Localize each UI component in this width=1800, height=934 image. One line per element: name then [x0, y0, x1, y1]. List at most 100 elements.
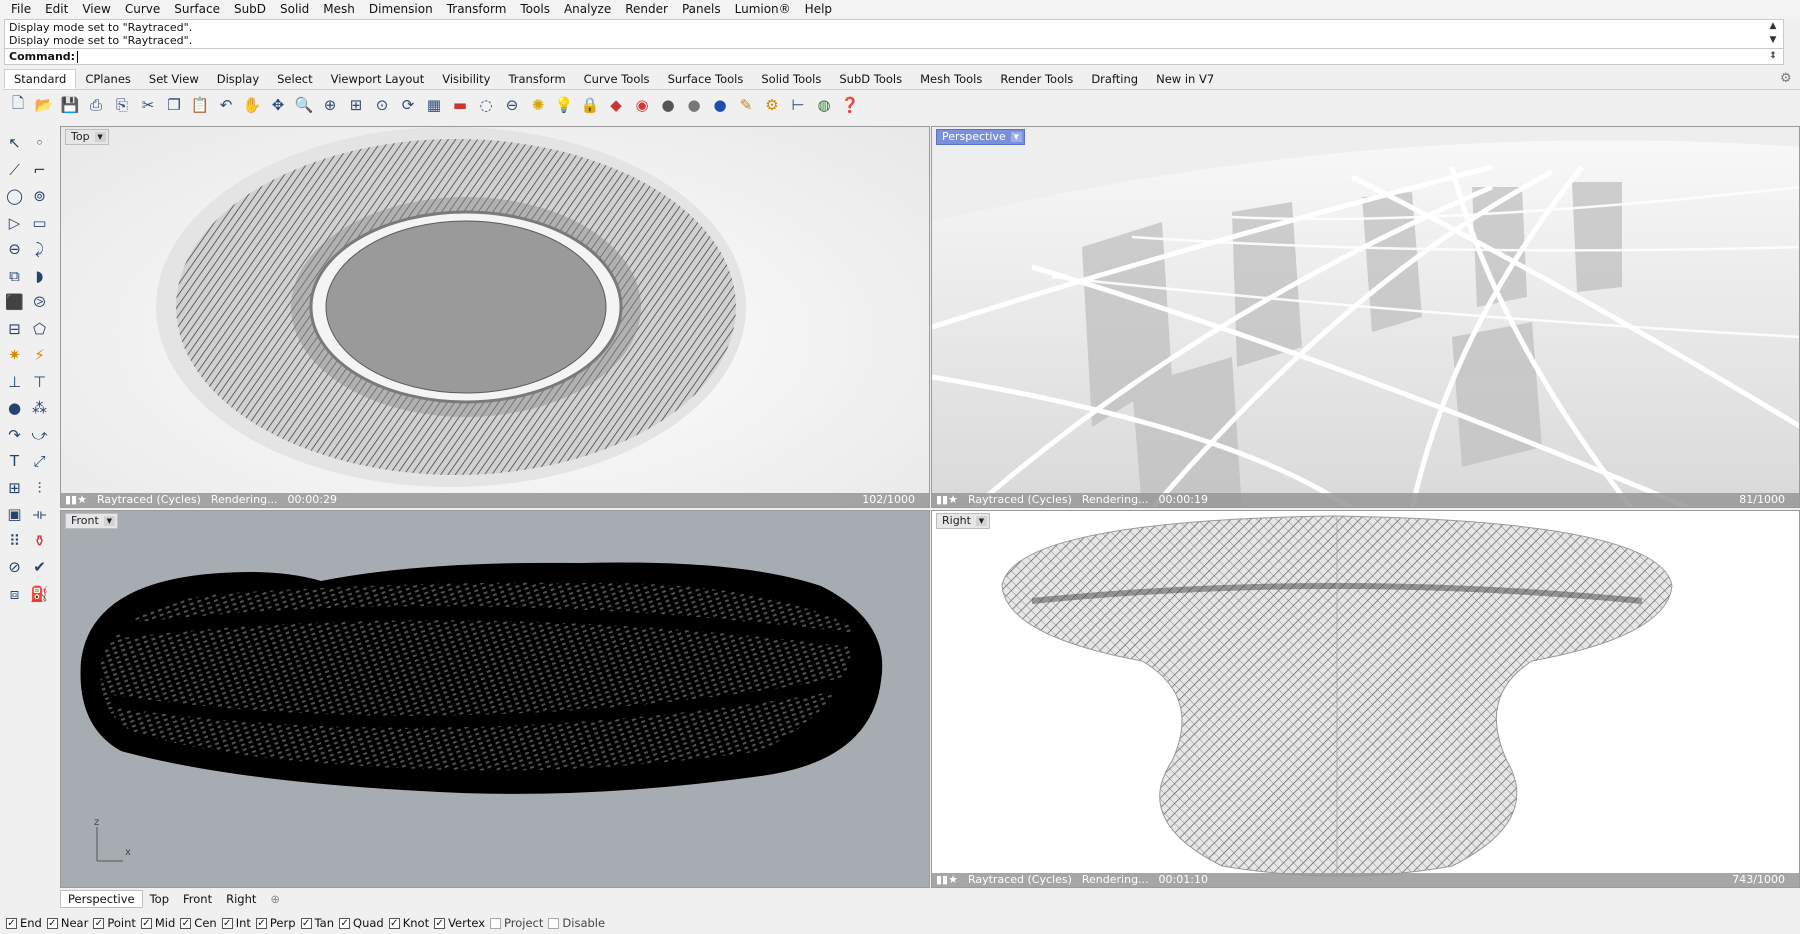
mirror-icon[interactable]: ⊤	[27, 370, 52, 394]
snap-icon[interactable]: ✺	[526, 93, 550, 117]
viewport-label-right[interactable]: Right ▼	[936, 513, 990, 529]
rotate-icon[interactable]: ↷	[2, 423, 27, 447]
render-preview-icon[interactable]: ◌	[474, 93, 498, 117]
tab-viewport-layout[interactable]: Viewport Layout	[322, 70, 434, 89]
curve-cp-icon[interactable]: ⌐	[27, 158, 52, 182]
checkbox-checked-icon[interactable]: ✓	[434, 917, 446, 929]
tab-cplanes[interactable]: CPlanes	[76, 70, 140, 89]
checkbox-unchecked-icon[interactable]	[548, 917, 560, 929]
help-icon[interactable]: ❓	[838, 93, 862, 117]
tab-render-tools[interactable]: Render Tools	[991, 70, 1082, 89]
viewport-label-perspective[interactable]: Perspective ▼	[936, 129, 1025, 145]
viewport-tab-right[interactable]: Right	[219, 891, 263, 907]
paint-icon[interactable]: ⛽	[27, 582, 52, 606]
open-folder-icon[interactable]: 📂	[32, 93, 56, 117]
zoom-extents-icon[interactable]: ⊞	[344, 93, 368, 117]
menu-view[interactable]: View	[75, 0, 117, 19]
osnap-vertex[interactable]: ✓ Vertex	[434, 916, 485, 930]
tab-standard[interactable]: Standard	[4, 69, 77, 89]
group-icon[interactable]: ⊞	[2, 476, 27, 500]
menu-edit[interactable]: Edit	[38, 0, 75, 19]
tab-solid-tools[interactable]: Solid Tools	[752, 70, 830, 89]
tab-new-in-v7[interactable]: New in V7	[1147, 70, 1223, 89]
menu-tools[interactable]: Tools	[513, 0, 557, 19]
tab-visibility[interactable]: Visibility	[433, 70, 499, 89]
osnap-quad[interactable]: ✓ Quad	[339, 916, 384, 930]
osnap-mid[interactable]: ✓ Mid	[140, 916, 175, 930]
sphere-shaded-icon[interactable]: ●	[656, 93, 680, 117]
osnap-end[interactable]: ✓ End	[6, 916, 42, 930]
surface-loft-icon[interactable]: ◗	[27, 264, 52, 288]
zoom-selected-icon[interactable]: ⊙	[370, 93, 394, 117]
array-icon[interactable]: ⊥	[2, 370, 27, 394]
boolean-icon[interactable]: ⧁	[27, 290, 52, 314]
blend-icon[interactable]: ⚡	[27, 343, 52, 367]
fillet-curve-icon[interactable]: ⤸	[27, 237, 52, 261]
osnap-knot[interactable]: ✓ Knot	[388, 916, 429, 930]
lightbulb-icon[interactable]: 💡	[552, 93, 576, 117]
grid-icon[interactable]: ▦	[422, 93, 446, 117]
tab-curve-tools[interactable]: Curve Tools	[575, 70, 659, 89]
checkbox-checked-icon[interactable]: ✓	[255, 917, 267, 929]
chevron-down-icon[interactable]: ▼	[975, 516, 987, 526]
box-icon[interactable]: ⬛	[2, 290, 27, 314]
pencil-icon[interactable]: ✎	[734, 93, 758, 117]
move-arc-icon[interactable]: ⤻	[27, 423, 52, 447]
car-model-icon[interactable]: ▬	[448, 93, 472, 117]
checkbox-checked-icon[interactable]: ✓	[388, 917, 400, 929]
checkbox-checked-icon[interactable]: ✓	[6, 917, 17, 929]
menu-file[interactable]: File	[4, 0, 38, 19]
polygon-icon[interactable]: ▷	[2, 211, 27, 235]
menu-curve[interactable]: Curve	[118, 0, 167, 19]
zoom-window-icon[interactable]: ⊕	[318, 93, 342, 117]
checkbox-checked-icon[interactable]: ✓	[339, 917, 351, 929]
tab-mesh-tools[interactable]: Mesh Tools	[911, 70, 991, 89]
align-icon[interactable]: ⫶	[27, 476, 52, 500]
layer-icon[interactable]: ◆	[604, 93, 628, 117]
grid-array-icon[interactable]: ⠿	[2, 529, 27, 553]
cluster-icon[interactable]: ⁂	[27, 396, 52, 420]
chevron-down-icon[interactable]: ▼	[1010, 132, 1022, 142]
osnap-perp[interactable]: ✓ Perp	[255, 916, 296, 930]
command-history-toggle-icon[interactable]: ⇕	[1767, 50, 1779, 62]
point-icon[interactable]: ◦	[27, 131, 52, 155]
sphere-fill-icon[interactable]: ●	[2, 396, 27, 420]
polyline-icon[interactable]: ⟋	[2, 158, 27, 182]
chevron-down-icon[interactable]: ▼	[103, 516, 115, 526]
menu-dimension[interactable]: Dimension	[362, 0, 440, 19]
paste-icon[interactable]: 📋	[188, 93, 212, 117]
rotate-view-icon[interactable]: ✥	[266, 93, 290, 117]
menu-panels[interactable]: Panels	[675, 0, 728, 19]
arc-icon[interactable]: ⊖	[2, 237, 27, 261]
osnap-int[interactable]: ✓ Int	[221, 916, 251, 930]
zoom-icon[interactable]: 🔍	[292, 93, 316, 117]
menu-help[interactable]: Help	[798, 0, 839, 19]
viewport-label-front[interactable]: Front ▼	[65, 513, 118, 529]
rectangle-icon[interactable]: ▭	[27, 211, 52, 235]
osnap-disable[interactable]: Disable	[548, 916, 605, 930]
viewport-front[interactable]: Front ▼ z x	[60, 510, 930, 888]
viewport-perspective[interactable]: Perspective ▼ ▮▮★ Raytraced (Cycles) Render…	[931, 126, 1800, 508]
osnap-project[interactable]: Project	[490, 916, 543, 930]
copy-icon[interactable]: ❐	[162, 93, 186, 117]
sphere-blue-icon[interactable]: ●	[708, 93, 732, 117]
viewport-tab-perspective[interactable]: Perspective	[60, 890, 143, 908]
menu-transform[interactable]: Transform	[440, 0, 514, 19]
osnap-point[interactable]: ✓ Point	[93, 916, 136, 930]
checkbox-checked-icon[interactable]: ✓	[221, 917, 233, 929]
osnap-cen[interactable]: ✓ Cen	[180, 916, 217, 930]
checkbox-checked-icon[interactable]: ✓	[93, 917, 105, 929]
print-icon[interactable]: ⎙	[84, 93, 108, 117]
pan-icon[interactable]: ✋	[240, 93, 264, 117]
osnap-tan[interactable]: ✓ Tan	[300, 916, 334, 930]
gear-icon[interactable]: ⚙	[1780, 72, 1794, 86]
ellipse-icon[interactable]: ⊚	[27, 184, 52, 208]
world-axes-icon[interactable]: ⊖	[500, 93, 524, 117]
checkbox-checked-icon[interactable]: ✓	[140, 917, 152, 929]
cut-icon[interactable]: ✂	[136, 93, 160, 117]
scroll-up-icon[interactable]: ▲	[1767, 20, 1779, 32]
menu-mesh[interactable]: Mesh	[316, 0, 362, 19]
tab-set-view[interactable]: Set View	[140, 70, 208, 89]
tab-display[interactable]: Display	[208, 70, 268, 89]
gumball-icon[interactable]: ⟛	[27, 502, 52, 526]
